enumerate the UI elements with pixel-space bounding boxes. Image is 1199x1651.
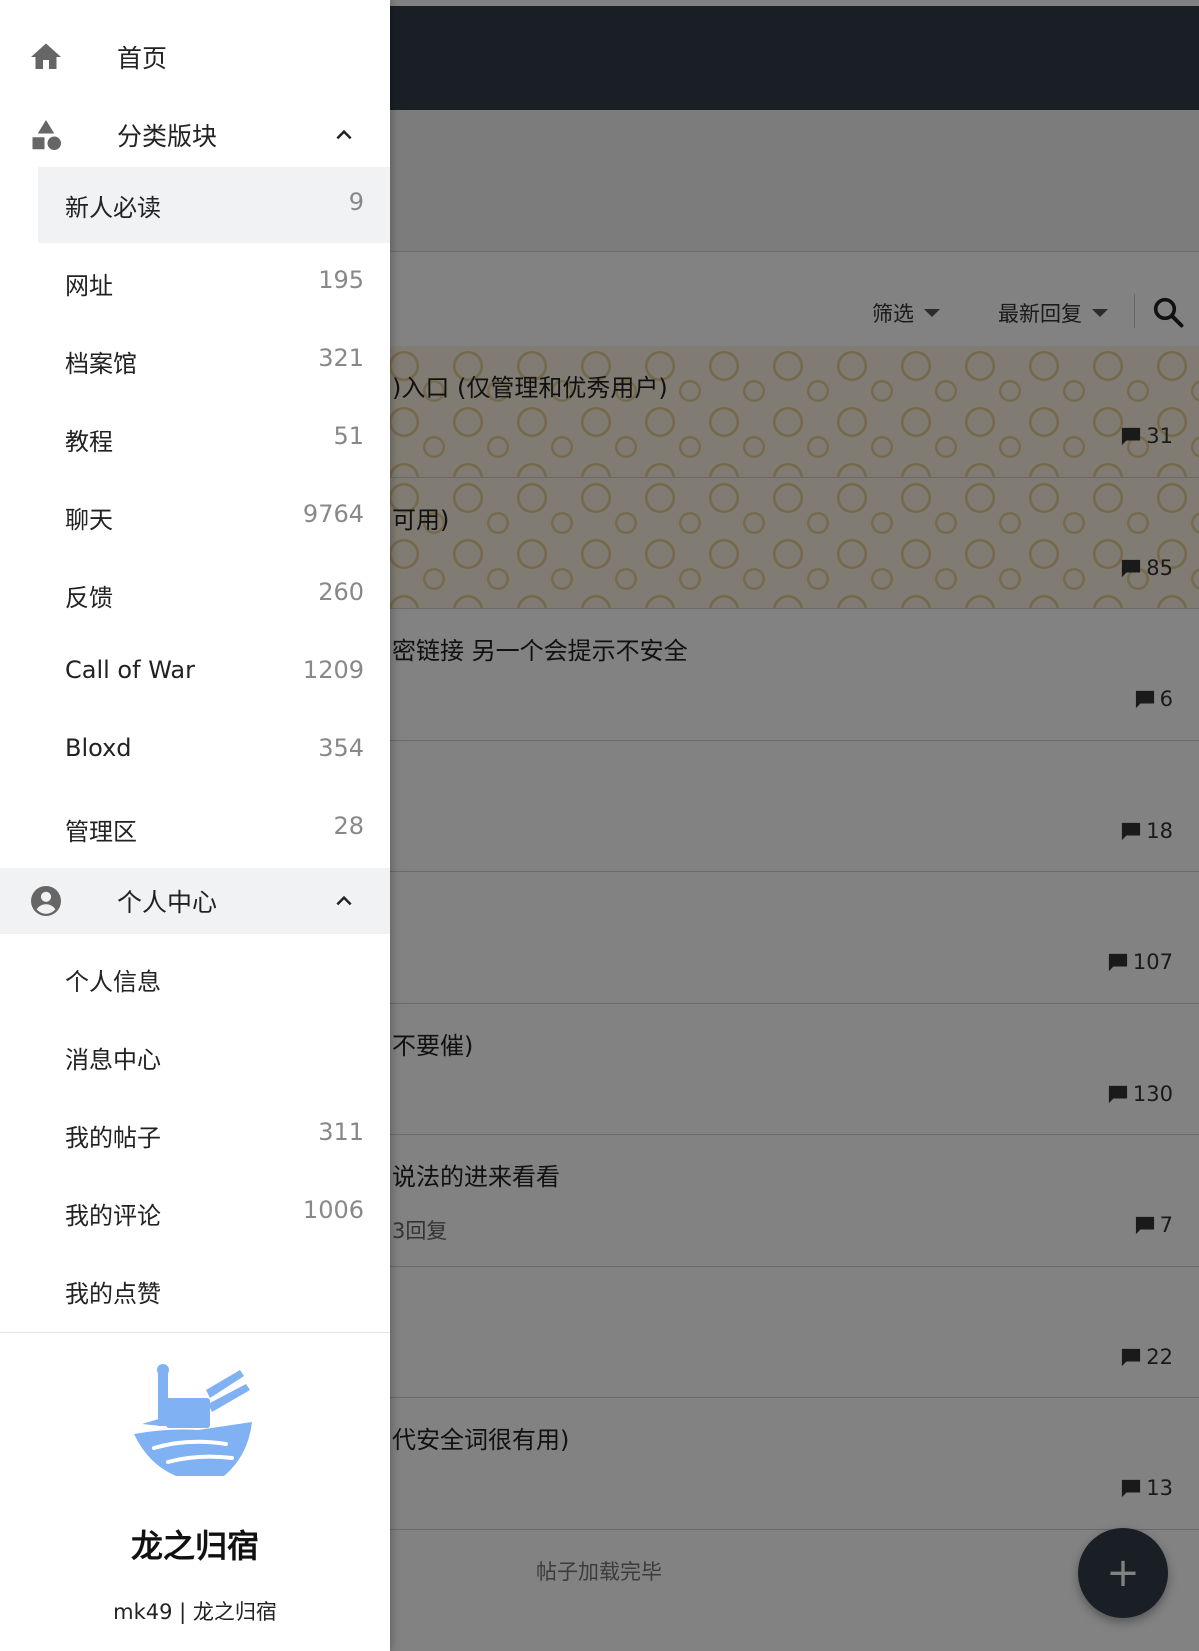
site-footer: mk49 | 龙之归宿 (113, 1600, 277, 1624)
category-label: 教程 (65, 428, 113, 456)
chevron-up-icon (336, 129, 352, 140)
site-name: 龙之归宿 (130, 1527, 259, 1565)
category-item[interactable]: 档案馆 321 (38, 323, 390, 399)
category-label: 档案馆 (65, 350, 137, 378)
personal-item[interactable]: 个人信息 (38, 941, 390, 1017)
category-count: 195 (318, 266, 364, 294)
personal-item-label: 消息中心 (65, 1046, 161, 1074)
category-count: 9764 (302, 500, 364, 528)
category-count: 28 (333, 812, 364, 840)
nav-home-label: 首页 (117, 44, 168, 73)
navigation-drawer: 首页 分类版块 新人必读 9 网址 195 档案馆 321 教程 51 聊天 9764 反馈 260 C… (0, 0, 390, 1651)
site-logo (134, 1364, 252, 1476)
category-count: 260 (318, 578, 364, 606)
category-icon (32, 120, 61, 150)
category-label: Call of War (65, 656, 195, 684)
category-label: 新人必读 (65, 194, 161, 222)
category-count: 1209 (302, 656, 364, 684)
nav-personal-label: 个人中心 (117, 888, 218, 917)
category-item[interactable]: 管理区 28 (38, 791, 390, 867)
chevron-up-icon (336, 895, 352, 906)
personal-item[interactable]: 我的帖子 311 (38, 1097, 390, 1173)
category-count: 321 (318, 344, 364, 372)
personal-item-label: 个人信息 (65, 968, 161, 996)
personal-item-label: 我的帖子 (65, 1124, 161, 1152)
category-item[interactable]: Bloxd 354 (38, 713, 390, 789)
category-count: 51 (333, 422, 364, 450)
account-circle-icon (31, 886, 61, 916)
category-label: 网址 (65, 272, 113, 300)
personal-item-label: 我的点赞 (65, 1280, 161, 1308)
personal-item-count: 1006 (302, 1196, 364, 1224)
personal-item-count: 311 (318, 1118, 364, 1146)
category-label: 管理区 (65, 818, 137, 846)
category-item[interactable]: 网址 195 (38, 245, 390, 321)
category-label: 反馈 (65, 584, 113, 612)
category-item[interactable]: 聊天 9764 (38, 479, 390, 555)
category-count: 354 (318, 734, 364, 762)
personal-item[interactable]: 我的评论 1006 (38, 1175, 390, 1251)
category-item[interactable]: 新人必读 9 (38, 167, 390, 243)
nav-item-categories[interactable]: 分类版块 (0, 102, 390, 168)
nav-categories-label: 分类版块 (117, 122, 218, 151)
category-item[interactable]: 教程 51 (38, 401, 390, 477)
category-count: 9 (348, 188, 364, 216)
category-item[interactable]: 反馈 260 (38, 557, 390, 633)
personal-item[interactable]: 我的点赞 (38, 1253, 390, 1329)
personal-item-label: 我的评论 (65, 1202, 161, 1230)
category-label: Bloxd (65, 734, 132, 762)
home-icon (31, 43, 61, 69)
personal-item[interactable]: 消息中心 (38, 1019, 390, 1095)
nav-item-home[interactable]: 首页 (0, 24, 390, 90)
drawer-divider (0, 1332, 390, 1333)
nav-item-personal-center[interactable]: 个人中心 (0, 868, 390, 934)
category-label: 聊天 (65, 506, 113, 534)
category-item[interactable]: Call of War 1209 (38, 635, 390, 711)
